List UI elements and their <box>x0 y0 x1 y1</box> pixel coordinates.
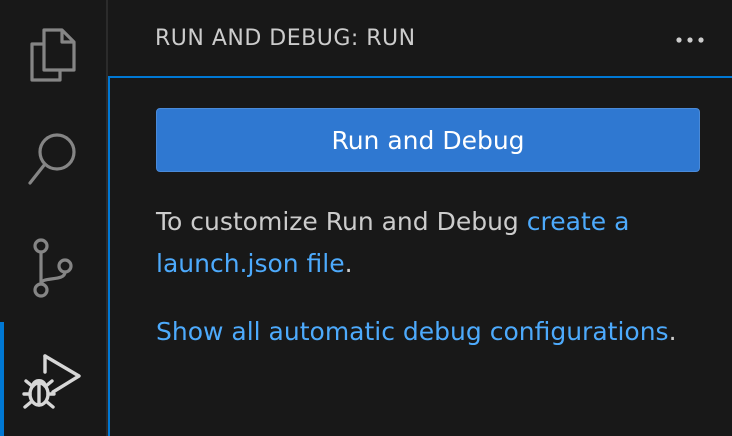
activity-item-source-control[interactable] <box>0 214 106 322</box>
files-icon <box>26 24 80 84</box>
run-and-debug-button[interactable]: Run and Debug <box>156 108 700 172</box>
customize-suffix: . <box>344 249 353 278</box>
activity-item-explorer[interactable] <box>0 0 106 108</box>
activity-bar <box>0 0 108 436</box>
customize-text: To customize Run and Debug <box>156 207 527 236</box>
active-indicator <box>0 322 4 436</box>
source-control-icon <box>29 236 77 300</box>
ellipsis-icon <box>675 29 705 48</box>
sidebar-title: RUN AND DEBUG: RUN <box>155 26 416 51</box>
search-icon <box>25 130 81 190</box>
customize-paragraph: To customize Run and Debug create a laun… <box>156 201 696 285</box>
activity-item-run-and-debug[interactable] <box>0 322 106 436</box>
run-view-welcome: Run and Debug To customize Run and Debug… <box>108 76 732 436</box>
more-actions-button[interactable] <box>670 22 710 54</box>
sidebar: RUN AND DEBUG: RUN Run and Debug To cust… <box>108 0 732 436</box>
activity-item-search[interactable] <box>0 106 106 214</box>
show-all-paragraph: Show all automatic debug configurations. <box>156 311 696 353</box>
run-debug-icon <box>21 346 85 412</box>
sidebar-header: RUN AND DEBUG: RUN <box>108 0 732 76</box>
vscode-window: RUN AND DEBUG: RUN Run and Debug To cust… <box>0 0 732 436</box>
show-all-suffix: . <box>668 317 677 346</box>
show-all-configurations-link[interactable]: Show all automatic debug configurations <box>156 317 669 346</box>
